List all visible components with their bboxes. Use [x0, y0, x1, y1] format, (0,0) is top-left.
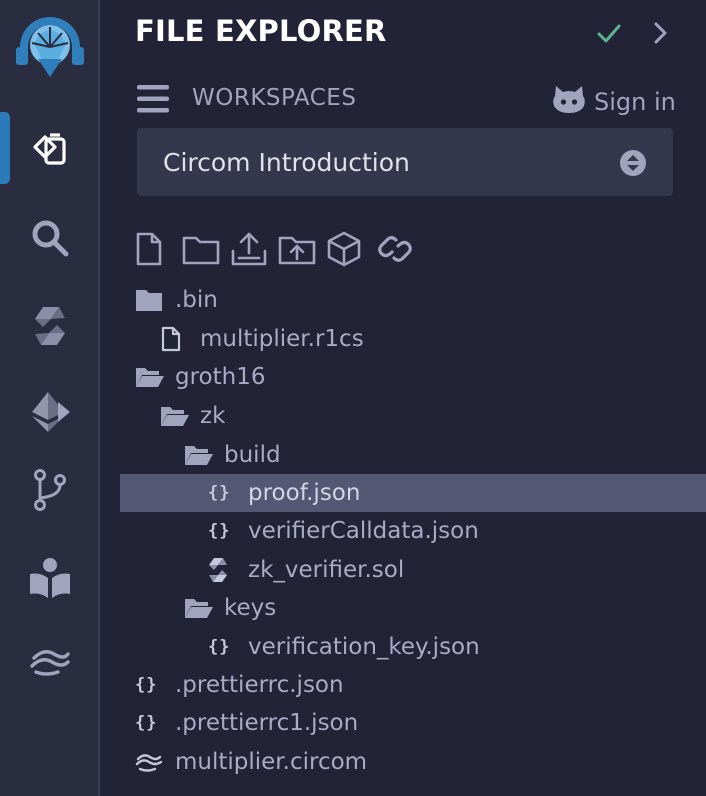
folder-closed-icon	[135, 281, 175, 319]
tree-item-label: build	[224, 442, 281, 468]
file-toolbar	[134, 230, 422, 268]
tree-item-json[interactable]: {} .prettierrc1.json	[120, 704, 706, 742]
search-icon[interactable]	[0, 208, 100, 268]
learneth-icon[interactable]	[0, 548, 100, 608]
tree-item-label: multiplier.circom	[175, 749, 368, 775]
folder-open-icon	[184, 589, 224, 627]
sign-in-button[interactable]: Sign in	[552, 84, 676, 120]
workspaces-label: WORKSPACES	[192, 85, 357, 111]
new-file-icon[interactable]	[134, 230, 182, 268]
workspace-select[interactable]: Circom Introduction	[137, 128, 673, 196]
tree-item-groth16-folder[interactable]: groth16	[120, 358, 706, 396]
tree-item-label: zk	[200, 403, 226, 429]
page-title: FILE EXPLORER	[135, 14, 387, 48]
solidity-file-icon	[208, 551, 248, 589]
tree-item-bin-folder[interactable]: .bin	[120, 281, 706, 319]
tree-item-zk-folder[interactable]: zk	[120, 397, 706, 435]
tree-item-label: .prettierrc1.json	[175, 710, 359, 736]
folder-open-icon	[160, 397, 200, 435]
tree-item-label: verifierCalldata.json	[248, 518, 479, 544]
icon-rail	[0, 0, 100, 796]
file-icon	[160, 320, 200, 358]
sign-in-label: Sign in	[594, 88, 676, 116]
hamburger-menu-icon[interactable]	[137, 84, 169, 118]
tree-item-label: proof.json	[248, 480, 361, 506]
circom-file-icon	[135, 743, 175, 781]
json-file-icon: {}	[208, 637, 231, 657]
upload-folder-icon[interactable]	[278, 230, 326, 268]
tree-item-label: multiplier.r1cs	[200, 326, 364, 352]
tree-item-proof-json[interactable]: {} proof.json	[120, 474, 706, 512]
tree-item-json[interactable]: {} verification_key.json	[120, 628, 706, 666]
tree-item-circom[interactable]: multiplier.circom	[120, 743, 706, 781]
tree-item-json[interactable]: {} verifierCalldata.json	[120, 512, 706, 550]
tree-item-sol[interactable]: zk_verifier.sol	[120, 551, 706, 589]
github-icon	[552, 84, 586, 120]
tree-item-label: .prettierrc.json	[175, 672, 344, 698]
tree-item-json[interactable]: {} .prettierrc.json	[120, 666, 706, 704]
tree-item-label: zk_verifier.sol	[248, 557, 405, 583]
tree-item-label: groth16	[175, 364, 266, 390]
json-file-icon: {}	[135, 713, 158, 733]
publish-gist-icon[interactable]	[230, 230, 278, 268]
check-icon	[596, 20, 622, 50]
tree-item-keys-folder[interactable]: keys	[120, 589, 706, 627]
link-icon[interactable]	[374, 230, 422, 268]
tree-item-label: verification_key.json	[248, 634, 480, 660]
select-arrows-icon	[619, 149, 647, 181]
tree-item-build-folder[interactable]: build	[120, 436, 706, 474]
file-explorer-panel: FILE EXPLORER WORKSPACES Sign in Circom …	[102, 0, 706, 796]
json-file-icon: {}	[208, 521, 231, 541]
remix-logo-icon[interactable]	[0, 6, 100, 88]
json-file-icon: {}	[208, 483, 231, 503]
solidity-compiler-icon[interactable]	[0, 296, 100, 356]
tree-item-file[interactable]: multiplier.r1cs	[120, 320, 706, 358]
tree-item-label: keys	[224, 595, 277, 621]
chevron-right-icon[interactable]	[651, 20, 671, 50]
folder-open-icon	[184, 436, 224, 474]
file-explorer-icon[interactable]	[0, 118, 100, 178]
folder-open-icon	[135, 358, 175, 396]
deploy-run-icon[interactable]	[0, 382, 100, 442]
git-icon[interactable]	[0, 460, 100, 520]
json-file-icon: {}	[135, 675, 158, 695]
workspace-select-value: Circom Introduction	[163, 147, 410, 177]
circom-icon[interactable]	[0, 632, 100, 692]
cube-icon[interactable]	[326, 230, 374, 268]
new-folder-icon[interactable]	[182, 230, 230, 268]
tree-item-label: .bin	[175, 287, 218, 313]
